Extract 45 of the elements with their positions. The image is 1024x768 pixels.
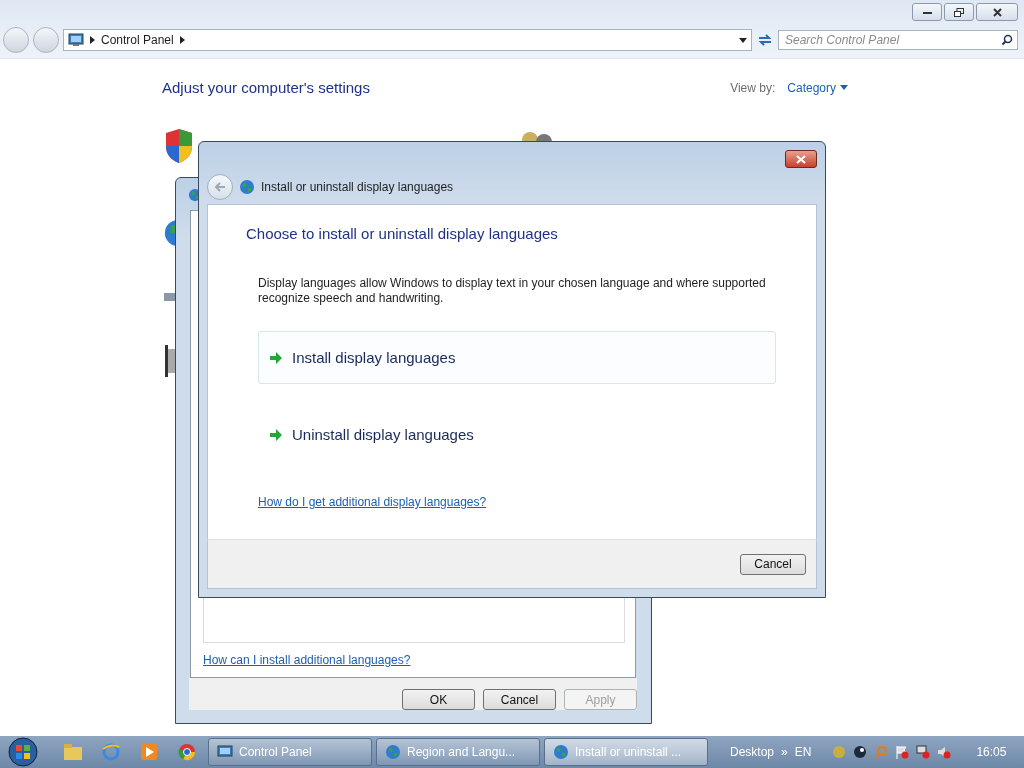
restore-icon (954, 7, 964, 17)
flag-icon[interactable] (895, 745, 910, 759)
start-button[interactable] (6, 737, 40, 767)
cancel-button[interactable]: Cancel (483, 689, 556, 710)
restore-button[interactable] (944, 3, 974, 21)
page-heading: Adjust your computer's settings (162, 79, 370, 96)
view-by-dropdown[interactable]: Category (787, 80, 848, 95)
minimize-button[interactable] (912, 3, 942, 21)
close-button[interactable] (785, 150, 817, 168)
arrow-icon (269, 350, 283, 365)
globe-icon (553, 744, 569, 760)
close-icon (992, 7, 1002, 17)
search-icon (1001, 34, 1013, 46)
help-link[interactable]: How can I install additional languages? (203, 653, 625, 667)
search-field[interactable]: Search Control Panel (778, 30, 1018, 50)
arrow-icon (269, 427, 283, 442)
dialog-title: Install or uninstall display languages (261, 180, 454, 194)
help-link[interactable]: How do I get additional display languages? (258, 495, 487, 509)
breadcrumb[interactable]: Control Panel (101, 33, 174, 47)
globe-icon (385, 744, 401, 760)
control-panel-icon (217, 745, 233, 759)
option-link[interactable]: Uninstall display languages (258, 408, 776, 461)
shield-icon (164, 128, 194, 164)
globe-icon (239, 179, 255, 195)
cancel-button[interactable]: Cancel (740, 553, 806, 575)
view-by-label: View by: (730, 80, 776, 95)
dialog-heading: Choose to install or uninstall display languages (246, 225, 559, 242)
back-arrow-icon (214, 182, 226, 192)
volume-icon[interactable] (937, 745, 952, 759)
dropdown-icon[interactable] (739, 37, 747, 43)
chevron-icon[interactable] (179, 36, 185, 44)
caret-icon (840, 85, 848, 90)
option-link[interactable]: Install display languages (258, 331, 776, 384)
control-panel-icon (68, 33, 84, 47)
chrome-icon[interactable] (178, 743, 196, 761)
close-icon (796, 154, 806, 164)
steam-icon[interactable] (853, 745, 868, 759)
minimize-icon (922, 10, 932, 14)
ok-button[interactable]: OK (402, 689, 475, 710)
refresh-icon[interactable] (756, 32, 774, 48)
media-player-icon[interactable] (141, 744, 157, 760)
address-bar[interactable]: Control Panel (63, 29, 752, 51)
close-button[interactable] (976, 3, 1018, 21)
chevron-icon[interactable] (90, 36, 95, 44)
description-text: Display languages allow Windows to display text in your chosen language and where supported recognize speech and handwriting. (258, 276, 767, 306)
